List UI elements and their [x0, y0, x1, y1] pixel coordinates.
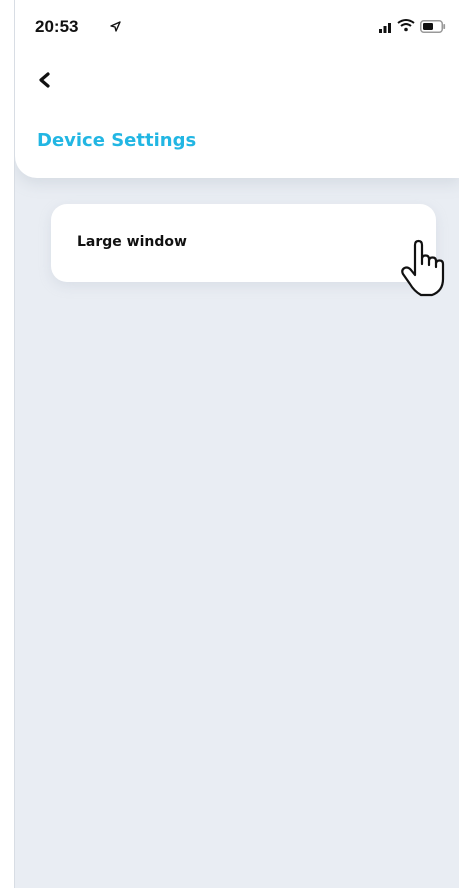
phone-screen: 20:53 Device Settings Large window: [14, 0, 459, 888]
list-item-large-window[interactable]: Large window: [51, 204, 436, 282]
chevron-left-icon: [39, 72, 50, 88]
location-arrow-icon: [110, 21, 121, 32]
wifi-icon: [397, 19, 415, 32]
battery-icon: [420, 20, 446, 33]
header-panel: 20:53 Device Settings: [15, 0, 459, 178]
back-button[interactable]: [35, 66, 59, 94]
status-time: 20:53: [35, 17, 79, 36]
cellular-signal-icon: [379, 23, 391, 33]
list-item-label: Large window: [77, 234, 187, 250]
page-title: Device Settings: [37, 130, 197, 151]
hand-pointer-icon: [401, 239, 445, 297]
